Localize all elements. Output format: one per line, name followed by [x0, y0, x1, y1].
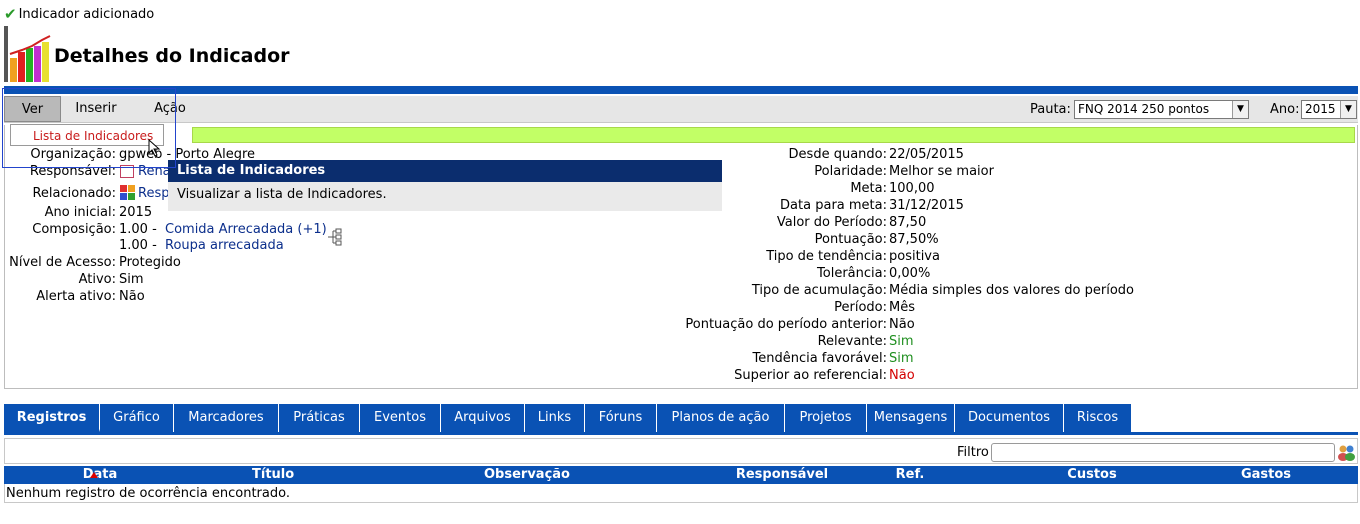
alerta-label: Alerta ativo:: [36, 289, 116, 304]
detail-label: Pontuação:: [814, 232, 887, 247]
header-bar: [4, 86, 1358, 94]
composicao-link[interactable]: Roupa arrecadada: [165, 237, 284, 254]
filter-label: Filtro: [957, 445, 989, 460]
detail-label: Superior ao referencial:: [734, 368, 887, 383]
sort-asc-icon: [90, 472, 98, 478]
chevron-down-icon[interactable]: ▼: [1232, 101, 1248, 118]
column-header[interactable]: Observação: [482, 466, 572, 484]
tab-4[interactable]: Eventos: [360, 404, 441, 432]
tab-0[interactable]: Registros: [4, 404, 100, 432]
detail-value: Não: [889, 317, 915, 332]
detail-label: Valor do Período:: [776, 215, 887, 230]
relacionado-label: Relacionado:: [32, 186, 116, 201]
detail-value: 22/05/2015: [889, 147, 964, 162]
detail-value: Melhor se maior: [889, 164, 994, 179]
detail-label: Tendência favorável:: [752, 351, 887, 366]
detail-value: 87,50: [889, 215, 927, 230]
tree-icon[interactable]: [326, 228, 342, 246]
column-header[interactable]: Gastos: [1236, 466, 1296, 484]
detail-label: Relevante:: [817, 334, 887, 349]
column-header[interactable]: Responsável: [732, 466, 832, 484]
tab-2[interactable]: Marcadores: [174, 404, 279, 432]
tab-11[interactable]: Documentos: [955, 404, 1064, 432]
detail-label: Meta:: [850, 181, 887, 196]
tab-1[interactable]: Gráfico: [100, 404, 174, 432]
success-notice: ✔ Indicador adicionado: [4, 5, 154, 23]
column-header[interactable]: Custos: [1062, 466, 1122, 484]
ano-label: Ano:: [1270, 102, 1300, 117]
check-icon: ✔: [4, 5, 17, 23]
tab-6[interactable]: Links: [525, 404, 585, 432]
detail-value: Média simples dos valores do período: [889, 283, 1134, 298]
tab-12[interactable]: Riscos: [1064, 404, 1132, 432]
ativo-label: Ativo:: [78, 272, 116, 287]
tooltip-title: Lista de Indicadores: [168, 160, 722, 182]
column-header[interactable]: Ref.: [890, 466, 930, 484]
notice-text: Indicador adicionado: [18, 6, 155, 22]
ativo-value: Sim: [119, 272, 144, 287]
detail-label: Tipo de acumulação:: [751, 283, 887, 298]
pauta-selected-value: FNQ 2014 250 pontos: [1078, 102, 1210, 116]
filter-input[interactable]: [991, 443, 1335, 462]
composicao-weight: 1.00 -: [119, 238, 157, 253]
composicao-link[interactable]: Comida Arrecadada (+1): [165, 221, 327, 238]
detail-value: 0,00%: [889, 266, 931, 281]
pauta-select[interactable]: FNQ 2014 250 pontos ▼: [1074, 100, 1249, 119]
tab-5[interactable]: Arquivos: [441, 404, 525, 432]
detail-label: Data para meta:: [780, 198, 887, 213]
nivel-value: Protegido: [119, 255, 181, 270]
table-header: Data Título Observação Responsável Ref. Custo…: [4, 466, 1358, 484]
column-header[interactable]: Título: [252, 466, 294, 484]
alerta-value: Não: [119, 289, 145, 304]
chevron-down-icon[interactable]: ▼: [1340, 101, 1356, 118]
tooltip-body: Visualizar a lista de Indicadores.: [177, 187, 387, 202]
tab-10[interactable]: Mensagens: [867, 404, 955, 432]
users-filter-icon[interactable]: [1337, 443, 1356, 462]
status-bar: [192, 127, 1355, 143]
column-header[interactable]: Data: [80, 466, 120, 484]
detail-value: Não: [889, 368, 915, 383]
empty-message: Nenhum registro de ocorrência encontrado…: [6, 486, 290, 501]
detail-value: 87,50%: [889, 232, 939, 247]
detail-label: Pontuação do período anterior:: [685, 317, 887, 332]
composicao-weight: 1.00 -: [119, 222, 157, 237]
detail-label: Período:: [834, 300, 887, 315]
indicator-chart-icon: [4, 24, 52, 84]
composicao-label: Composição:: [32, 222, 116, 237]
ano-inicial-label: Ano inicial:: [44, 205, 116, 220]
tooltip: Lista de Indicadores Visualizar a lista …: [168, 160, 722, 211]
tab-9[interactable]: Projetos: [785, 404, 867, 432]
page-title: Detalhes do Indicador: [54, 45, 290, 67]
detail-label: Desde quando:: [788, 147, 887, 162]
grid-icon: [120, 185, 135, 200]
pauta-label: Pauta:: [1030, 102, 1071, 117]
detail-value: 31/12/2015: [889, 198, 964, 213]
tab-8[interactable]: Planos de ação: [657, 404, 785, 432]
detail-label: Polaridade:: [814, 164, 887, 179]
ano-select[interactable]: 2015 ▼: [1301, 100, 1357, 119]
ano-selected-value: 2015: [1305, 102, 1336, 116]
detail-value: Sim: [889, 351, 914, 366]
detail-value: Sim: [889, 334, 914, 349]
detail-value: positiva: [889, 249, 940, 264]
focus-outline: [2, 88, 176, 168]
tab-3[interactable]: Práticas: [279, 404, 360, 432]
detail-value: 100,00: [889, 181, 935, 196]
tab-underline: [4, 432, 1358, 435]
nivel-label: Nível de Acesso:: [9, 255, 116, 270]
ano-inicial-value: 2015: [119, 205, 153, 220]
detail-value: Mês: [889, 300, 915, 315]
detail-label: Tolerância:: [817, 266, 887, 281]
tab-7[interactable]: Fóruns: [585, 404, 657, 432]
detail-label: Tipo de tendência:: [766, 249, 887, 264]
